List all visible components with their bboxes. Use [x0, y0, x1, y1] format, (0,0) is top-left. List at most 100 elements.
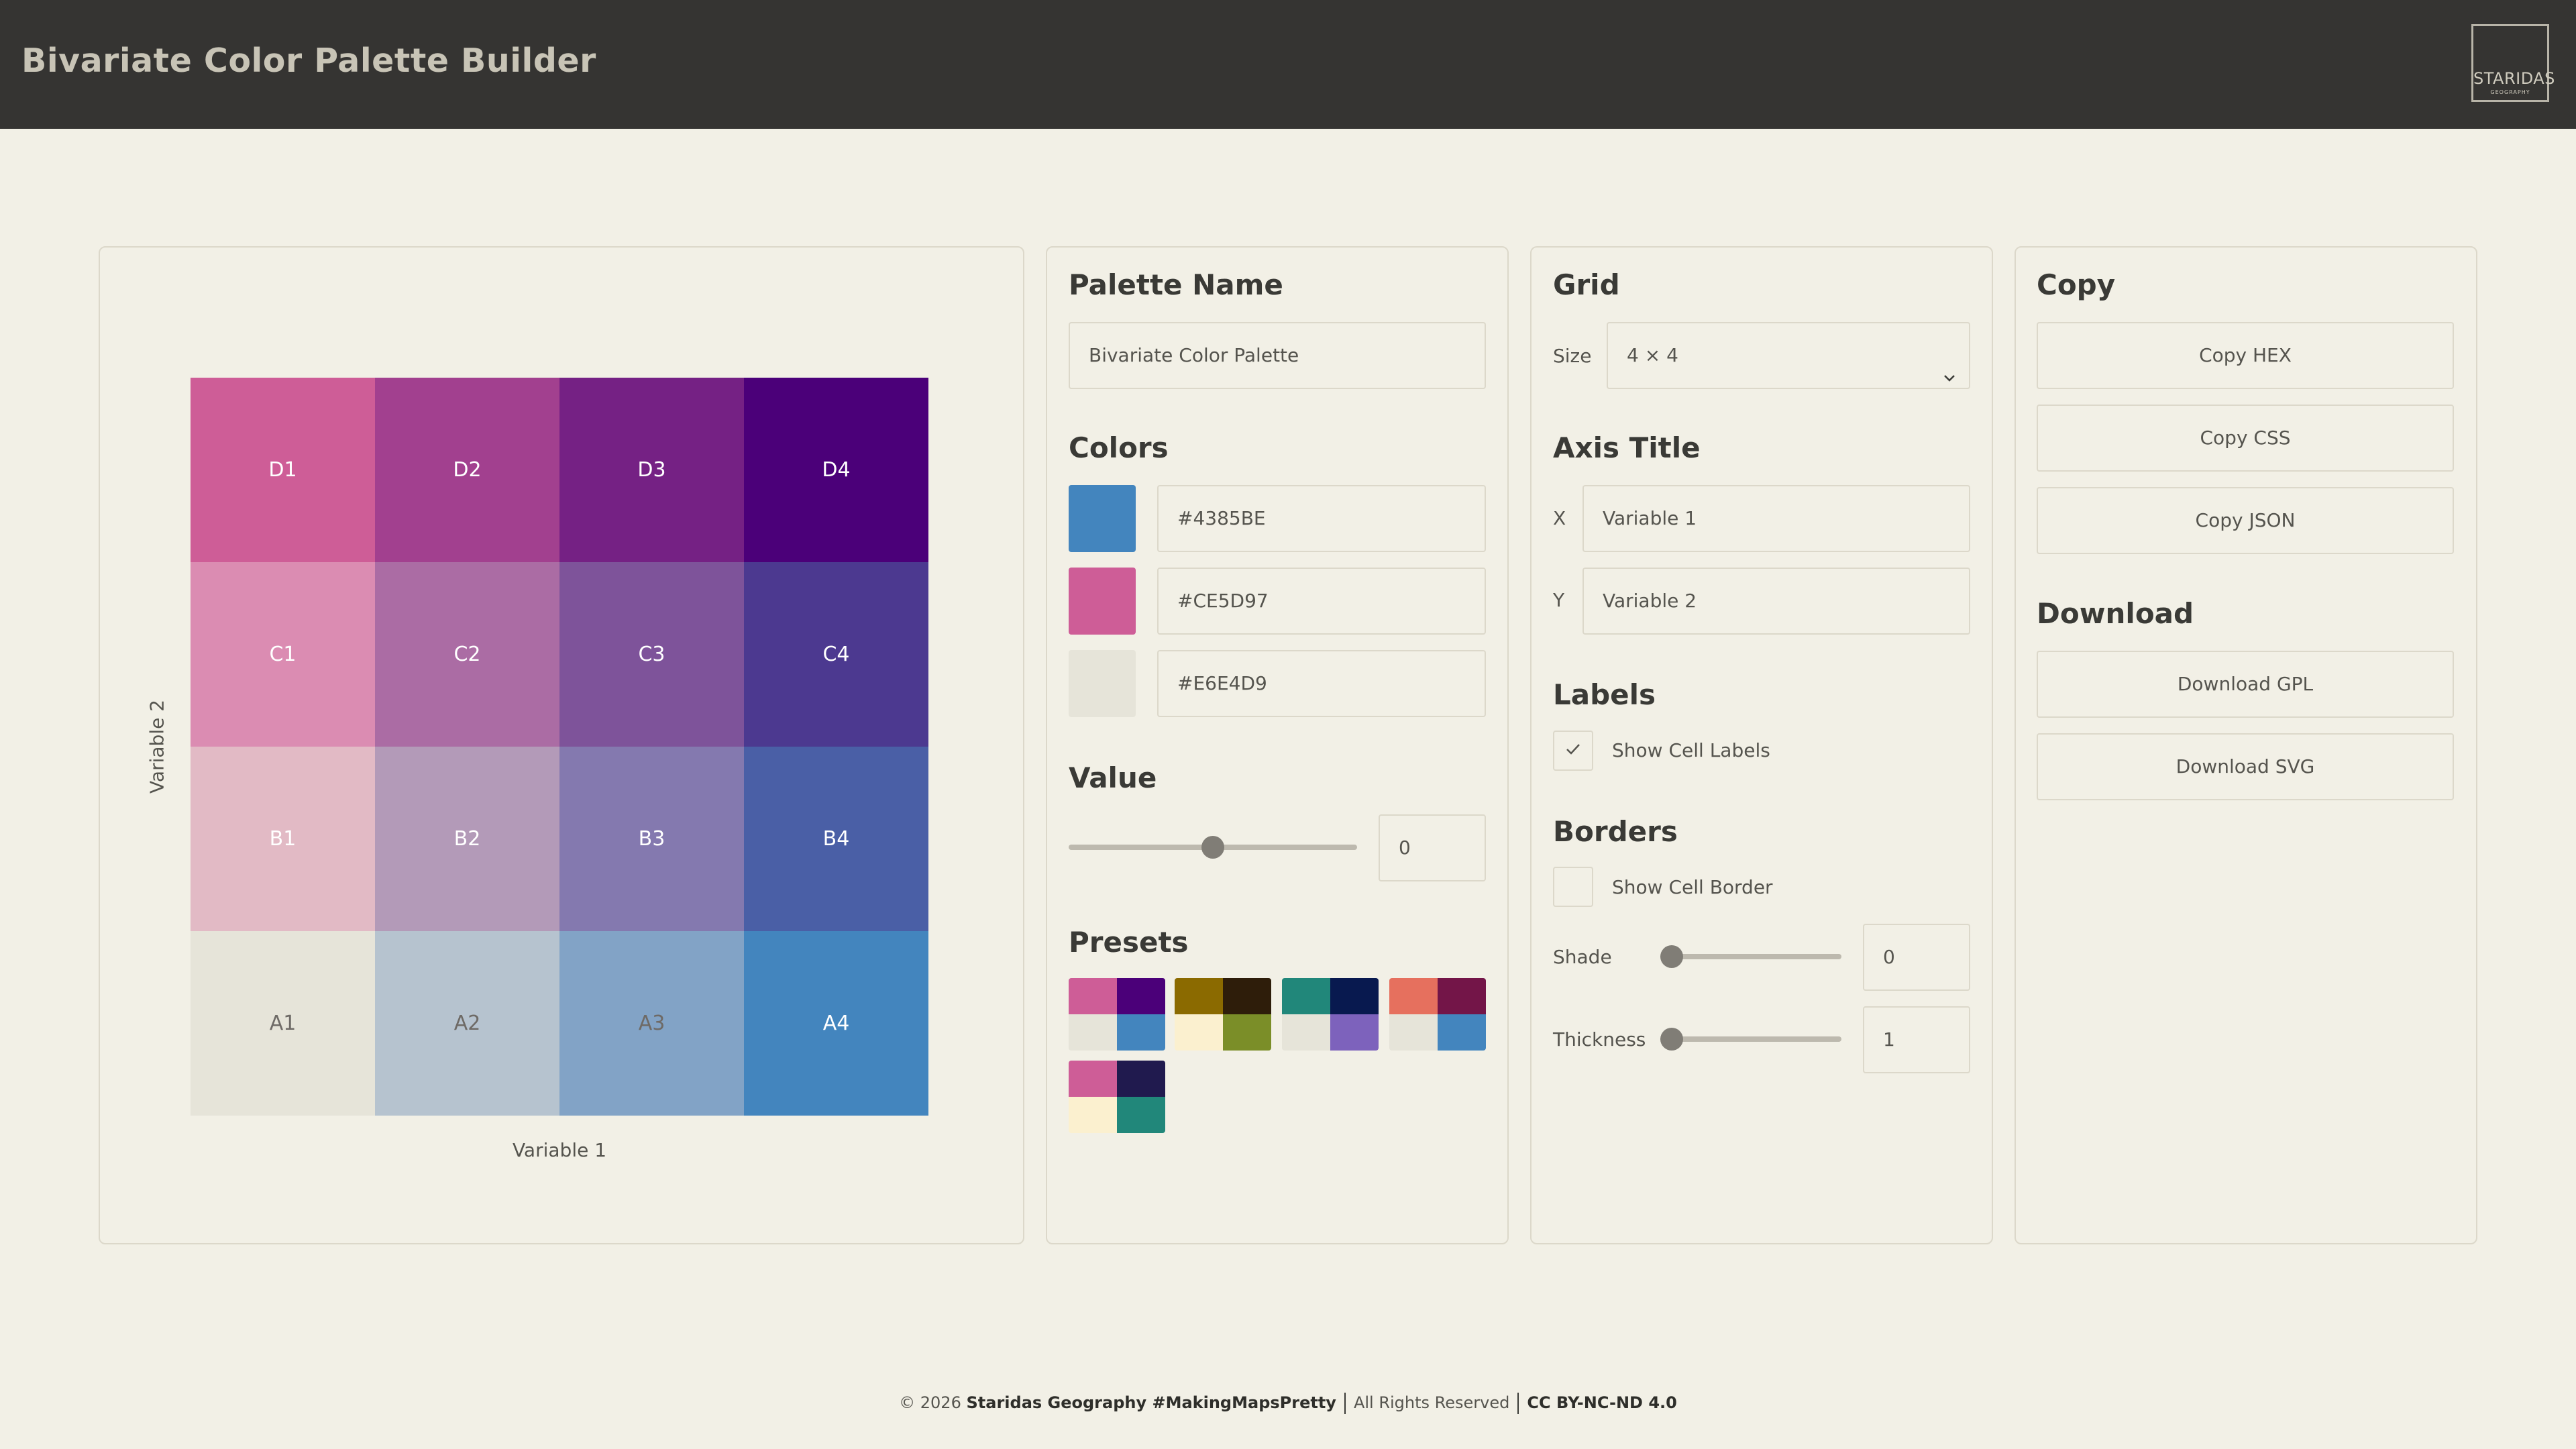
- footer-rights: All Rights Reserved: [1353, 1393, 1510, 1412]
- staridas-logo[interactable]: STARIDAS GEOGRAPHY: [2471, 24, 2555, 102]
- bivariate-grid: D1 D2 D3 D4 C1 C2 C3 C4 B1 B2 B3 B4 A1 A2 A3 A4: [191, 378, 928, 1116]
- preset-color-quadrant: [1389, 978, 1438, 1014]
- y-axis-title-input[interactable]: Variable 2: [1582, 568, 1970, 635]
- thickness-label: Thickness: [1553, 1028, 1646, 1051]
- grid-cell-b1: B1: [191, 747, 375, 931]
- x-axis-title-input[interactable]: Variable 1: [1582, 485, 1970, 552]
- preset-color-quadrant: [1175, 978, 1223, 1014]
- value-heading: Value: [1069, 761, 1157, 794]
- app-title: Bivariate Color Palette Builder: [21, 42, 596, 80]
- logo-text: STARIDAS: [2473, 69, 2555, 88]
- x-axis-label: Variable 1: [512, 1139, 607, 1161]
- preset-color-quadrant: [1223, 1014, 1271, 1051]
- chevron-down-icon: [1942, 347, 1957, 382]
- preset-palette-4[interactable]: [1389, 978, 1486, 1051]
- grid-cell-a3: A3: [559, 931, 744, 1116]
- shade-label: Shade: [1553, 946, 1612, 968]
- x-label: X: [1553, 507, 1566, 529]
- borders-heading: Borders: [1553, 815, 1678, 848]
- preset-color-quadrant: [1117, 1097, 1165, 1133]
- thickness-input[interactable]: 1: [1863, 1006, 1970, 1073]
- color-swatch-2[interactable]: [1069, 568, 1136, 635]
- labels-heading: Labels: [1553, 678, 1656, 711]
- download-svg-button[interactable]: Download SVG: [2037, 733, 2454, 800]
- preset-palette-5[interactable]: [1069, 1061, 1165, 1133]
- colors-heading: Colors: [1069, 431, 1169, 464]
- presets-heading: Presets: [1069, 926, 1189, 959]
- shade-slider-track[interactable]: [1660, 954, 1841, 959]
- logo-subtext: GEOGRAPHY: [2490, 89, 2530, 95]
- preset-color-quadrant: [1069, 1097, 1117, 1133]
- download-heading: Download: [2037, 597, 2194, 630]
- preset-color-quadrant: [1438, 1014, 1486, 1051]
- preset-color-quadrant: [1069, 1014, 1117, 1051]
- preset-color-quadrant: [1117, 1014, 1165, 1051]
- preset-palette-2[interactable]: [1175, 978, 1271, 1051]
- grid-cell-b4: B4: [744, 747, 928, 931]
- footer-divider: [1517, 1393, 1519, 1414]
- size-label: Size: [1553, 345, 1592, 367]
- preset-color-quadrant: [1223, 978, 1271, 1014]
- copy-heading: Copy: [2037, 268, 2116, 301]
- grid-cell-d4: D4: [744, 378, 928, 562]
- copy-css-button[interactable]: Copy CSS: [2037, 405, 2454, 472]
- palette-name-input[interactable]: Bivariate Color Palette: [1069, 322, 1486, 389]
- footer-org-link[interactable]: Staridas Geography #MakingMapsPretty: [967, 1393, 1336, 1412]
- preset-color-quadrant: [1117, 978, 1165, 1014]
- grid-cell-d3: D3: [559, 378, 744, 562]
- preset-color-quadrant: [1282, 1014, 1330, 1051]
- color-swatch-3[interactable]: [1069, 650, 1136, 717]
- value-slider-thumb[interactable]: [1201, 836, 1224, 859]
- preset-palette-1[interactable]: [1069, 978, 1165, 1051]
- grid-size-select[interactable]: 4 × 4: [1607, 322, 1970, 389]
- preset-color-quadrant: [1282, 978, 1330, 1014]
- shade-input[interactable]: 0: [1863, 924, 1970, 991]
- preset-color-quadrant: [1069, 978, 1117, 1014]
- y-label: Y: [1553, 589, 1565, 611]
- grid-cell-c4: C4: [744, 562, 928, 747]
- grid-cell-a1: A1: [191, 931, 375, 1116]
- grid-cell-d1: D1: [191, 378, 375, 562]
- grid-cell-d2: D2: [375, 378, 559, 562]
- footer-license-link[interactable]: CC BY-NC-ND 4.0: [1527, 1393, 1676, 1412]
- grid-size-value: 4 × 4: [1627, 344, 1678, 366]
- preset-color-quadrant: [1330, 1014, 1379, 1051]
- copy-hex-button[interactable]: Copy HEX: [2037, 322, 2454, 389]
- y-axis-label: Variable 2: [146, 699, 168, 794]
- thickness-slider-thumb[interactable]: [1660, 1028, 1683, 1051]
- preset-color-quadrant: [1069, 1061, 1117, 1097]
- preset-color-quadrant: [1117, 1061, 1165, 1097]
- show-cell-labels-label: Show Cell Labels: [1612, 739, 1770, 761]
- color-hex-input-2[interactable]: #CE5D97: [1157, 568, 1486, 635]
- show-cell-border-checkbox[interactable]: [1553, 867, 1593, 907]
- grid-cell-a4: A4: [744, 931, 928, 1116]
- grid-cell-c3: C3: [559, 562, 744, 747]
- copy-json-button[interactable]: Copy JSON: [2037, 487, 2454, 554]
- preset-color-quadrant: [1389, 1014, 1438, 1051]
- preset-color-quadrant: [1438, 978, 1486, 1014]
- app-header: Bivariate Color Palette Builder STARIDAS…: [0, 0, 2576, 129]
- preset-color-quadrant: [1175, 1014, 1223, 1051]
- checkmark-icon: [1564, 740, 1582, 761]
- color-hex-input-3[interactable]: #E6E4D9: [1157, 650, 1486, 717]
- color-swatch-1[interactable]: [1069, 485, 1136, 552]
- grid-cell-a2: A2: [375, 931, 559, 1116]
- thickness-slider-track[interactable]: [1660, 1036, 1841, 1042]
- grid-cell-b2: B2: [375, 747, 559, 931]
- color-hex-input-1[interactable]: #4385BE: [1157, 485, 1486, 552]
- footer-copyright: © 2026: [899, 1393, 961, 1412]
- value-input[interactable]: 0: [1379, 814, 1486, 881]
- download-gpl-button[interactable]: Download GPL: [2037, 651, 2454, 718]
- footer-divider: [1344, 1393, 1346, 1414]
- shade-slider-thumb[interactable]: [1660, 945, 1683, 968]
- footer: © 2026 Staridas Geography #MakingMapsPre…: [0, 1393, 2576, 1414]
- grid-cell-b3: B3: [559, 747, 744, 931]
- preset-palette-3[interactable]: [1282, 978, 1379, 1051]
- palette-name-heading: Palette Name: [1069, 268, 1283, 301]
- show-cell-labels-checkbox[interactable]: [1553, 731, 1593, 771]
- grid-heading: Grid: [1553, 268, 1620, 301]
- grid-cell-c2: C2: [375, 562, 559, 747]
- axis-title-heading: Axis Title: [1553, 431, 1701, 464]
- show-cell-border-label: Show Cell Border: [1612, 876, 1773, 898]
- preset-color-quadrant: [1330, 978, 1379, 1014]
